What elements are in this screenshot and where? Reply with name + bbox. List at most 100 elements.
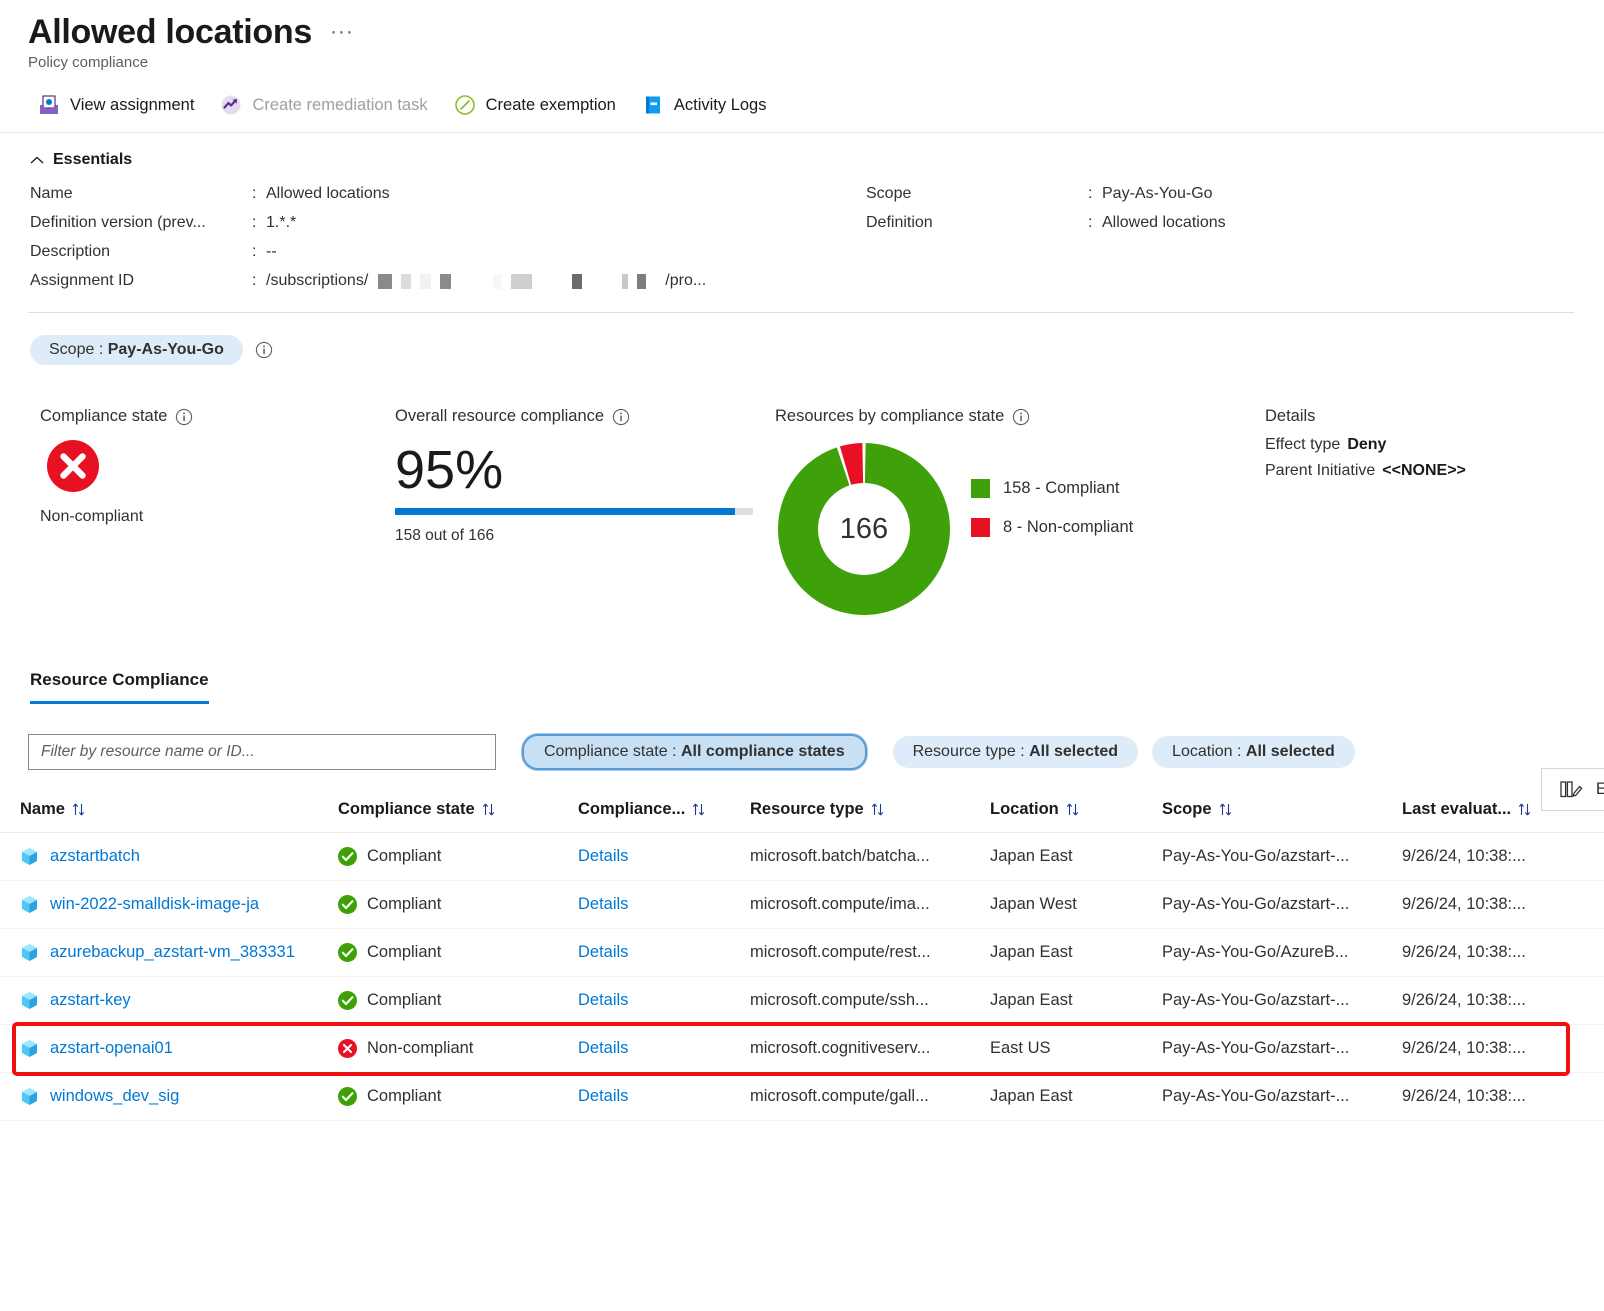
activity-logs-button[interactable]: Activity Logs (642, 94, 766, 116)
legend-label-non-compliant: 8 - Non-compliant (1003, 518, 1134, 536)
essentials-toggle[interactable]: Essentials (30, 151, 1604, 169)
table-row[interactable]: azstart-openai01 Non-compliant Details m… (0, 1024, 1604, 1073)
table-row[interactable]: azstartbatch Compliant Details microsoft… (0, 832, 1604, 881)
create-remediation-task-button[interactable]: Create remediation task (220, 94, 428, 116)
cell-compliance-details: Details (578, 976, 750, 1025)
compliance-state-text: Compliant (367, 991, 442, 1009)
essentials-value-description: -- (266, 243, 277, 260)
essentials-colon: : (252, 185, 257, 202)
table-row[interactable]: win-2022-smalldisk-image-ja Compliant De… (0, 880, 1604, 929)
cell-name: win-2022-smalldisk-image-ja (0, 880, 338, 929)
essentials-colon: : (252, 272, 257, 289)
essentials-colon: : (252, 214, 257, 231)
view-assignment-button[interactable]: View assignment (38, 94, 194, 116)
compliance-donut-chart: 166 (778, 443, 950, 615)
overall-compliance-title: Overall resource compliance (395, 407, 605, 425)
scope-filter-value: Pay-As-You-Go (107, 341, 224, 358)
compliance-state-text: Compliant (367, 895, 442, 913)
resource-name-link[interactable]: azurebackup_azstart-vm_383331 (50, 943, 295, 962)
cell-scope: Pay-As-You-Go/azstart-... (1162, 1024, 1402, 1073)
more-options-button[interactable]: ··· (330, 10, 354, 54)
resource-cube-icon (22, 1040, 37, 1057)
progress-fill (395, 508, 736, 515)
cell-resource-type: microsoft.compute/ssh... (750, 976, 990, 1025)
cell-compliance-details: Details (578, 928, 750, 977)
filter-pill-location[interactable]: Location : All selected (1152, 736, 1355, 768)
filter-pill-location-value: All selected (1245, 743, 1335, 760)
scope-filter-pill[interactable]: Scope : Pay-As-You-Go (30, 335, 243, 365)
essentials-colon: : (1088, 214, 1093, 231)
table-row[interactable]: windows_dev_sig Compliant Details micros… (0, 1072, 1604, 1121)
donut-and-legend: 166 158 - Compliant 8 - Non-compliant (775, 440, 1255, 618)
table-row[interactable]: azstart-key Compliant Details microsoft.… (0, 976, 1604, 1025)
details-link[interactable]: Details (578, 895, 628, 913)
sort-icon (1066, 803, 1078, 816)
column-header-location[interactable]: Location (990, 800, 1162, 833)
tab-bar: Resource Compliance (0, 618, 1604, 704)
filter-pill-compliance-state[interactable]: Compliance state : All compliance states (522, 734, 867, 770)
essentials-label-definition-version: Definition version (prev... (30, 214, 206, 231)
table-row[interactable]: azurebackup_azstart-vm_383331 Compliant … (0, 928, 1604, 977)
resource-name-link[interactable]: azstartbatch (50, 847, 140, 866)
compliance-state-text: Compliant (367, 1087, 442, 1105)
info-icon[interactable] (175, 408, 193, 426)
legend-item: 8 - Non-compliant (971, 518, 1133, 537)
column-header-compliance-state[interactable]: Compliance state (338, 800, 578, 833)
info-icon[interactable] (612, 408, 630, 426)
cell-resource-type: microsoft.compute/gall... (750, 1072, 990, 1121)
info-icon[interactable] (1012, 408, 1030, 426)
cell-location: Japan West (990, 880, 1162, 929)
cell-last-evaluated: 9/26/24, 10:38:... (1402, 880, 1604, 929)
resource-cube-icon (22, 896, 37, 913)
details-link[interactable]: Details (578, 1087, 628, 1105)
create-exemption-button[interactable]: Create exemption (454, 94, 616, 116)
filter-pill-resource-type[interactable]: Resource type : All selected (892, 736, 1139, 768)
details-link[interactable]: Details (578, 943, 628, 961)
tab-resource-compliance[interactable]: Resource Compliance (30, 670, 209, 704)
cell-name: azstart-key (0, 976, 338, 1025)
essentials-value-definition-version: 1.*.* (266, 214, 297, 231)
info-icon[interactable] (255, 341, 273, 359)
title-row: Allowed locations ··· (28, 10, 1604, 54)
compliance-state-text: Compliant (367, 847, 442, 865)
filter-pill-resource-type-label: Resource type : (912, 743, 1025, 760)
page-subtitle: Policy compliance (28, 54, 149, 71)
column-header-compliance-truncated[interactable]: Compliance... (578, 800, 750, 833)
essentials-value-name: Allowed locations (266, 185, 390, 202)
compliant-icon (338, 943, 357, 962)
chevron-up-icon (30, 156, 44, 163)
non-compliant-icon (338, 1039, 357, 1058)
sort-icon (693, 803, 705, 816)
essentials-heading: Essentials (53, 151, 133, 168)
legend-label-compliant: 158 - Compliant (1003, 479, 1120, 497)
sort-icon (1519, 803, 1531, 816)
activity-logs-icon (645, 96, 660, 114)
cell-compliance-state: Non-compliant (338, 1024, 578, 1073)
remediation-icon (221, 95, 241, 115)
assignment-id-prefix: /subscriptions/ (266, 272, 369, 289)
summary-cards: Compliance state Non-compliant Overall r… (0, 365, 1604, 618)
column-header-last-evaluated-label: Last evaluat... (1402, 800, 1512, 818)
column-header-scope[interactable]: Scope (1162, 800, 1402, 833)
details-link[interactable]: Details (578, 1039, 628, 1057)
details-link[interactable]: Details (578, 991, 628, 1009)
table-body: azstartbatch Compliant Details microsoft… (0, 832, 1604, 1121)
create-remediation-task-label: Create remediation task (252, 95, 428, 114)
resources-by-state-title: Resources by compliance state (775, 407, 1005, 425)
assignment-id-redacted (378, 273, 655, 289)
resource-filter-input[interactable] (28, 734, 496, 770)
column-header-resource-type[interactable]: Resource type (750, 800, 990, 833)
resource-cube-icon (22, 992, 37, 1009)
column-header-name[interactable]: Name (0, 800, 338, 833)
cell-location: Japan East (990, 928, 1162, 977)
resource-name-link[interactable]: windows_dev_sig (50, 1087, 179, 1106)
resource-name-link[interactable]: win-2022-smalldisk-image-ja (50, 895, 259, 914)
table-header-row: Name Compliance state Compliance... Reso… (0, 800, 1604, 833)
resource-name-link[interactable]: azstart-key (50, 991, 131, 1010)
resources-by-state-card-label: Resources by compliance state (775, 407, 1255, 426)
resource-name-link[interactable]: azstart-openai01 (50, 1039, 173, 1058)
column-header-last-evaluated[interactable]: Last evaluat... (1402, 800, 1604, 833)
details-link[interactable]: Details (578, 847, 628, 865)
cell-resource-type: microsoft.compute/rest... (750, 928, 990, 977)
compliant-icon (338, 847, 357, 866)
